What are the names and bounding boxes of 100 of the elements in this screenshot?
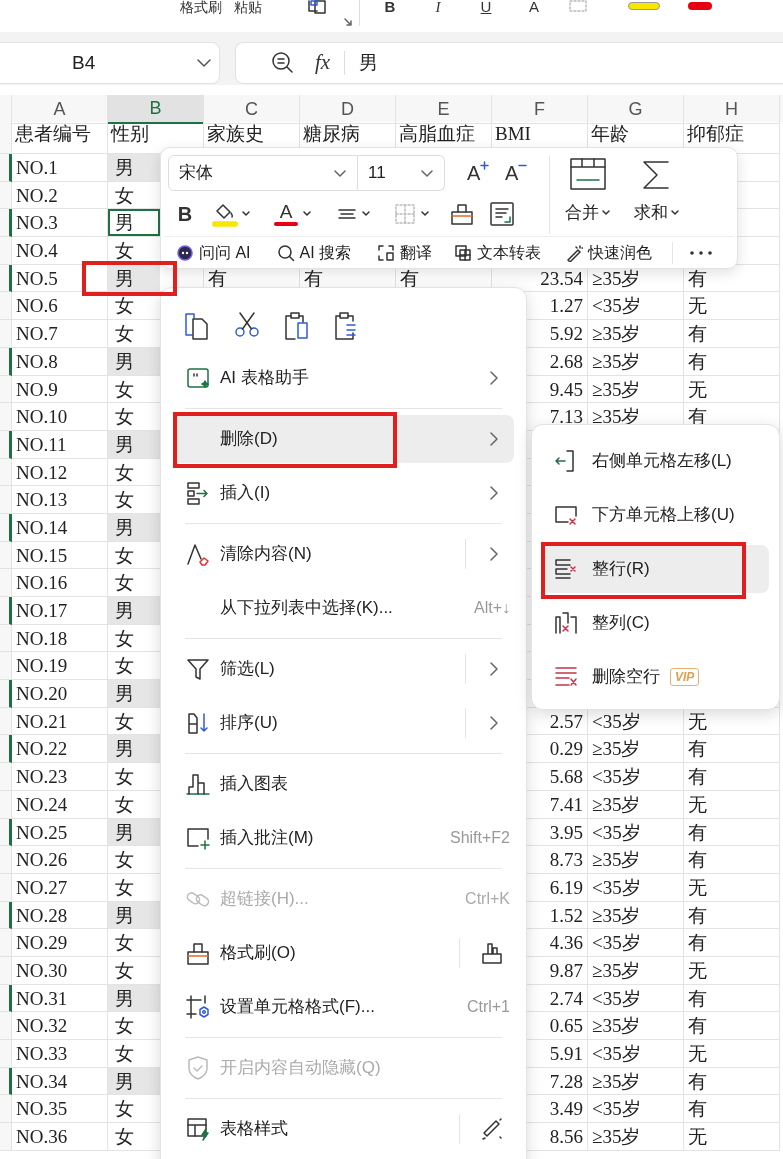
table-cell-text: NO.18 bbox=[15, 626, 69, 651]
table-cell-text: 无 bbox=[687, 792, 708, 817]
magic-wand-icon bbox=[565, 243, 584, 262]
more-button[interactable] bbox=[689, 249, 714, 256]
table-cell-text: <35岁 bbox=[591, 765, 642, 790]
row-header[interactable] bbox=[0, 264, 12, 293]
ai-action-button[interactable]: AI 搜索 bbox=[276, 240, 352, 265]
sum-button[interactable]: 求和 bbox=[622, 148, 691, 236]
filter-icon bbox=[186, 657, 210, 681]
table-cell-text: 无 bbox=[687, 1125, 708, 1150]
menu-item[interactable]: 整行(R) bbox=[542, 545, 769, 593]
ribbon-button[interactable]: I bbox=[428, 0, 448, 14]
row-header[interactable] bbox=[0, 1067, 12, 1096]
formula-bar[interactable]: fx 男 bbox=[235, 42, 783, 84]
table-cell: 男 bbox=[108, 680, 160, 707]
row-header[interactable] bbox=[0, 735, 12, 764]
wrap-text-button[interactable] bbox=[488, 200, 516, 228]
header-cell: 患者编号 bbox=[15, 123, 91, 145]
borders-button[interactable] bbox=[393, 202, 430, 226]
name-box[interactable]: B4 bbox=[0, 42, 220, 84]
header-cell: 高脂血症 bbox=[399, 123, 475, 145]
row-header[interactable] bbox=[0, 154, 12, 182]
shift-up-icon bbox=[554, 503, 578, 527]
row-header[interactable] bbox=[0, 513, 12, 542]
zoom-out-icon bbox=[271, 51, 295, 75]
table-cell-text: ≥35岁 bbox=[591, 1125, 642, 1150]
column-header[interactable]: B bbox=[108, 95, 204, 124]
table-cell-text: 7.28 bbox=[548, 1069, 584, 1094]
table-cell-text: 9.87 bbox=[548, 958, 584, 983]
table-cell-text: 有 bbox=[303, 266, 324, 291]
caret-down-icon bbox=[302, 210, 312, 218]
table-cell-text: NO.19 bbox=[15, 654, 69, 679]
font-family-dropdown[interactable]: 宋体 bbox=[168, 155, 358, 191]
column-header[interactable]: E bbox=[396, 95, 492, 124]
font-size-dropdown[interactable]: 11 bbox=[358, 155, 445, 191]
column-header[interactable]: D bbox=[300, 95, 396, 124]
column-header[interactable]: G bbox=[588, 95, 684, 124]
ai-assistant-icon bbox=[176, 243, 194, 262]
ribbon-button[interactable]: B bbox=[380, 0, 400, 14]
chevron-down-icon bbox=[196, 58, 212, 68]
table-cell-text: NO.2 bbox=[15, 183, 59, 208]
column-header[interactable]: C bbox=[204, 95, 300, 124]
ai-sheet-icon bbox=[186, 366, 210, 390]
merge-button[interactable]: 合并 bbox=[553, 148, 622, 236]
header-cell: 家族史 bbox=[207, 123, 264, 145]
table-cell-text: 4.36 bbox=[548, 931, 584, 956]
table-cell-text: 8.56 bbox=[548, 1125, 584, 1150]
table-cell-text: ≥35岁 bbox=[591, 1069, 642, 1094]
table-cell-text: 有 bbox=[687, 903, 708, 928]
fill-color-button[interactable] bbox=[212, 201, 251, 227]
grow-font-button[interactable]: A bbox=[467, 158, 501, 188]
ribbon-button[interactable]: U bbox=[476, 0, 496, 14]
row-header[interactable] bbox=[0, 901, 12, 930]
row-header[interactable] bbox=[0, 430, 12, 459]
table-cell: 男 bbox=[108, 901, 160, 929]
table-cell-text: 0.65 bbox=[548, 1014, 584, 1039]
ai-action-button[interactable]: 翻译 bbox=[377, 240, 433, 265]
table-cell-text: NO.34 bbox=[15, 1069, 69, 1094]
ribbon-button[interactable]: A bbox=[524, 0, 544, 14]
font-color-swatch bbox=[274, 222, 298, 226]
table-cell-text: NO.21 bbox=[15, 709, 69, 734]
column-header[interactable]: H bbox=[684, 95, 780, 124]
wand-icon bbox=[480, 1117, 504, 1141]
ai-action-button[interactable]: 问问 AI bbox=[176, 240, 251, 265]
table-cell-text: ≥35岁 bbox=[591, 266, 642, 291]
table-cell-text: 1.27 bbox=[548, 294, 584, 319]
shrink-font-button[interactable]: A bbox=[505, 158, 539, 188]
row-header[interactable] bbox=[0, 209, 12, 238]
column-header[interactable]: F bbox=[492, 95, 588, 124]
highlight-color-bar bbox=[628, 2, 660, 10]
table-cell-text: NO.14 bbox=[15, 515, 69, 540]
row-header[interactable] bbox=[0, 984, 12, 1013]
table-cell-text: 有 bbox=[687, 349, 708, 374]
table-cell-text: 有 bbox=[687, 1069, 708, 1094]
row-header[interactable] bbox=[0, 597, 12, 625]
ribbon-label[interactable]: 粘贴 bbox=[234, 0, 262, 14]
paint-bucket-icon bbox=[212, 201, 238, 227]
table-cell-text: 3.49 bbox=[548, 1097, 584, 1122]
expand-corner-icon bbox=[343, 17, 353, 27]
thumb-brush-icon bbox=[480, 941, 504, 965]
row-header[interactable] bbox=[0, 347, 12, 376]
font-color-button[interactable]: A bbox=[273, 202, 312, 226]
bold-button[interactable]: B bbox=[170, 199, 200, 229]
row-header[interactable] bbox=[0, 818, 12, 847]
ai-action-button[interactable]: 文本转表 bbox=[454, 240, 542, 265]
table-cell-text: 有 bbox=[687, 737, 708, 762]
function-label[interactable]: fx bbox=[315, 47, 331, 79]
table-cell-text: NO.35 bbox=[15, 1097, 69, 1122]
ai-action-button[interactable]: 快速润色 bbox=[565, 240, 653, 265]
table-cell-text: 无 bbox=[687, 958, 708, 983]
table-cell-text: NO.27 bbox=[15, 875, 69, 900]
table-cell-text: 5.91 bbox=[548, 1042, 584, 1066]
table-cell: 男 bbox=[108, 513, 160, 541]
cell-format-icon bbox=[186, 995, 210, 1019]
table-cell-text: 7.41 bbox=[548, 792, 584, 817]
table-cell: 男 bbox=[108, 347, 160, 375]
table-cell-text: ≥35岁 bbox=[591, 792, 642, 817]
row-header[interactable] bbox=[0, 680, 12, 708]
table-cell-text: ≥35岁 bbox=[591, 377, 642, 402]
ribbon-label[interactable]: 格式刷 bbox=[180, 0, 222, 14]
